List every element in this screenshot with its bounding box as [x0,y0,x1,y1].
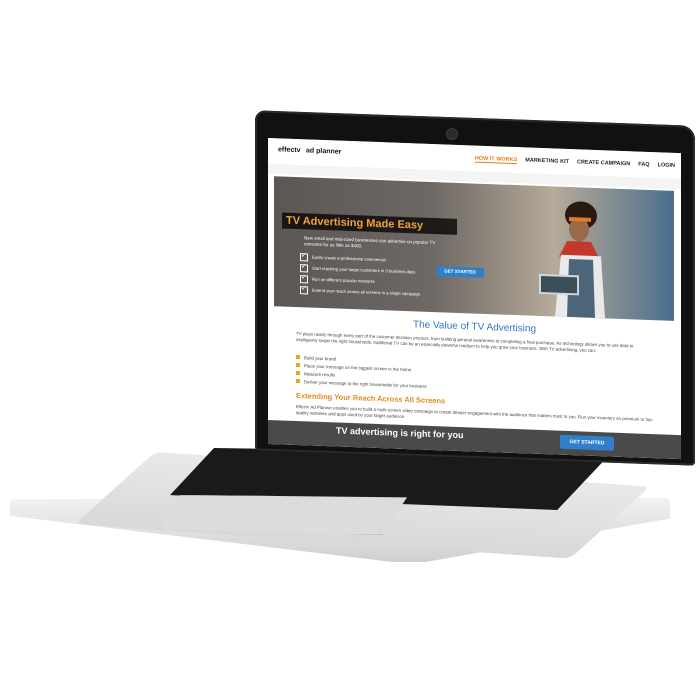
value-bullet-list: Build your brand Place your message on t… [296,353,427,390]
bullet-icon [296,363,300,368]
reach-section-title: Extending Your Reach Across All Screens [296,391,446,406]
bullet-icon [296,355,300,360]
checkbox-icon [300,274,308,283]
trackpad [160,495,407,535]
bullet-text: Deliver your message to the right househ… [304,378,427,389]
hero-photo-person-image [539,201,605,319]
nav-link-create-campaign[interactable]: CREATE CAMPAIGN [577,159,630,168]
checkbox-icon [300,263,308,272]
laptop-device: effectv ad planner HOW IT WORKS MARKETIN… [0,0,700,700]
checklist-text: Easily create a professional commercial [312,254,386,263]
nav-link-login[interactable]: LOGIN [658,162,675,170]
hero-checklist: Easily create a professional commercial … [300,251,420,299]
checkbox-icon [300,252,308,261]
bullet-icon [296,371,300,376]
bullet-text: Measure results [304,370,336,377]
webcam-icon [446,128,458,140]
checklist-text: Extend your reach across all screens in … [312,287,420,297]
bullet-icon [296,379,300,384]
brand-logo[interactable]: effectv [278,146,301,154]
nav-link-marketing-kit[interactable]: MARKETING KIT [525,157,569,166]
footer-get-started-button[interactable]: GET STARTED [560,434,614,451]
hero-get-started-button[interactable]: GET STARTED [436,266,484,278]
checklist-text: Start reaching your target customers in … [312,265,416,275]
nav-link-faq[interactable]: FAQ [638,162,649,169]
hero-intro: New small and mid-sized businesses can a… [304,235,436,249]
nav-links: HOW IT WORKS MARKETING KIT CREATE CAMPAI… [474,155,675,170]
nav-link-how-it-works[interactable]: HOW IT WORKS [474,155,518,165]
checklist-text: Run on different popular networks [312,276,375,284]
laptop-screen: effectv ad planner HOW IT WORKS MARKETIN… [268,138,681,460]
hero-banner: TV Advertising Made Easy New small and m… [274,176,674,321]
bullet-text: Build your brand [304,354,336,361]
brand-logo-sub[interactable]: ad planner [306,147,341,155]
checkbox-icon [300,285,308,294]
